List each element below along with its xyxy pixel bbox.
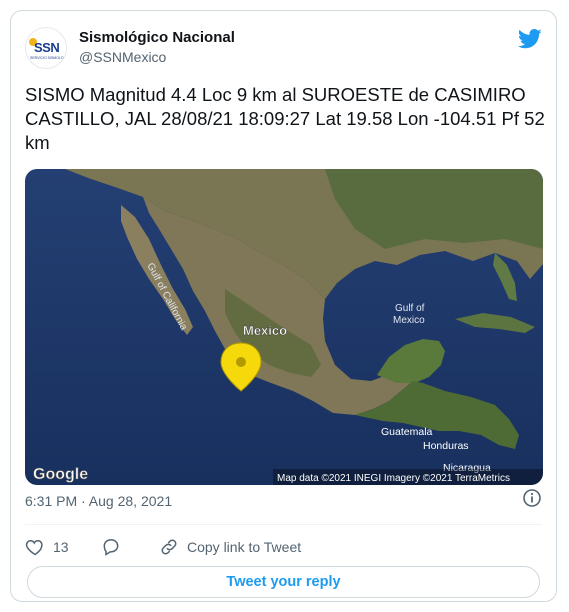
- google-logo: Google: [33, 466, 88, 483]
- tweet-text: SISMO Magnitud 4.4 Loc 9 km al SUROESTE …: [25, 84, 545, 153]
- map-label-honduras: Honduras: [423, 440, 469, 452]
- info-icon[interactable]: [522, 488, 542, 508]
- heart-icon: [25, 539, 43, 556]
- like-button[interactable]: 13: [25, 535, 69, 559]
- tweet-timestamp[interactable]: 6:31 PM · Aug 28, 2021: [25, 493, 172, 509]
- like-count: 13: [53, 539, 69, 555]
- copy-link-label: Copy link to Tweet: [187, 539, 302, 555]
- reply-bubble-icon: [103, 539, 119, 556]
- avatar-logo-text: SSN: [34, 40, 60, 55]
- twitter-bird-icon[interactable]: [518, 29, 542, 49]
- tweet-header: SSN SERVICIO SISMOLÓGICO NACIONAL Sismol…: [25, 25, 542, 71]
- map-image[interactable]: Gulf of California Mexico Gulf of Mexico…: [25, 169, 543, 485]
- map-attribution: Map data ©2021 INEGI Imagery ©2021 Terra…: [277, 473, 510, 484]
- map-label-guatemala: Guatemala: [381, 426, 433, 438]
- divider: [25, 524, 542, 525]
- link-icon: [161, 539, 177, 555]
- tweet-your-reply-button[interactable]: Tweet your reply: [27, 566, 540, 598]
- author-handle[interactable]: @SSNMexico: [79, 47, 235, 67]
- tweet-card: SSN SERVICIO SISMOLÓGICO NACIONAL Sismol…: [10, 10, 557, 602]
- reply-icon-button[interactable]: [101, 535, 129, 559]
- author-info: Sismológico Nacional @SSNMexico: [79, 29, 235, 67]
- author-display-name[interactable]: Sismológico Nacional: [79, 29, 235, 47]
- map-label-mexico: Mexico: [243, 323, 287, 338]
- tweet-actions: 13 Copy link to Tweet: [25, 535, 542, 559]
- map-label-gulf-of-mexico-1: Gulf of: [395, 303, 425, 314]
- map-label-gulf-of-mexico-2: Mexico: [393, 315, 425, 326]
- avatar[interactable]: SSN SERVICIO SISMOLÓGICO NACIONAL: [25, 27, 67, 69]
- avatar-logo-subtext: SERVICIO SISMOLÓGICO NACIONAL: [30, 56, 64, 60]
- copy-link-button[interactable]: Copy link to Tweet: [159, 535, 301, 559]
